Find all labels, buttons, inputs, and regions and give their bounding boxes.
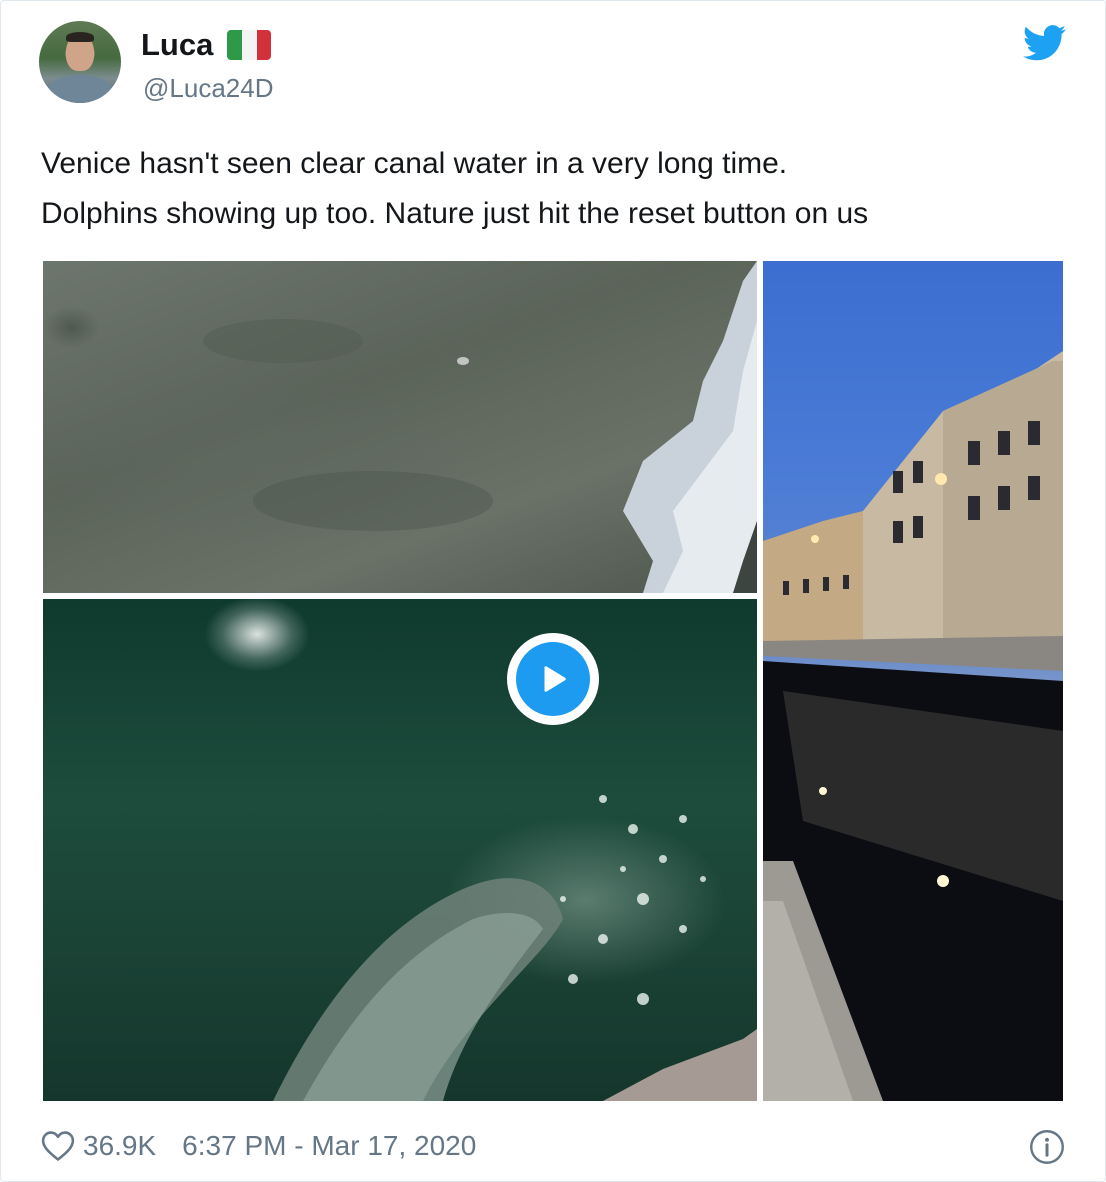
like-count: 36.9K: [83, 1130, 157, 1161]
tweet-timestamp[interactable]: 6:37 PM - Mar 17, 2020: [182, 1130, 476, 1162]
tweet-footer: 36.9K 6:37 PM - Mar 17, 2020: [41, 1121, 476, 1171]
media-canal-image: [763, 261, 1063, 1101]
tweet-text-line: Venice hasn't seen clear canal water in …: [41, 147, 788, 180]
info-icon[interactable]: [1029, 1129, 1065, 1165]
heart-outline-icon: [41, 1131, 75, 1161]
play-button-circle: [516, 642, 590, 716]
media-dolphin-video[interactable]: [43, 599, 757, 1101]
avatar-hair: [66, 32, 94, 42]
tweet-text-line: Dolphins showing up too. Nature just hit…: [41, 197, 869, 230]
play-button[interactable]: [507, 633, 599, 725]
author-display-name[interactable]: Luca: [141, 27, 213, 63]
media-collage[interactable]: [41, 259, 1065, 1103]
author-handle[interactable]: @Luca24D: [143, 73, 273, 104]
tweet-text: Venice hasn't seen clear canal water in …: [41, 139, 1071, 239]
media-rock-water-image: [43, 261, 757, 593]
avatar-shirt: [47, 75, 113, 103]
italy-flag-icon: [227, 30, 272, 60]
play-icon: [544, 666, 566, 692]
author-name-row: Luca: [141, 25, 272, 65]
tweet-card: Luca @Luca24D Venice hasn't seen clear c…: [0, 0, 1106, 1182]
like-button[interactable]: 36.9K: [41, 1130, 156, 1162]
twitter-bird-icon[interactable]: [1023, 25, 1067, 61]
avatar[interactable]: [39, 21, 121, 103]
